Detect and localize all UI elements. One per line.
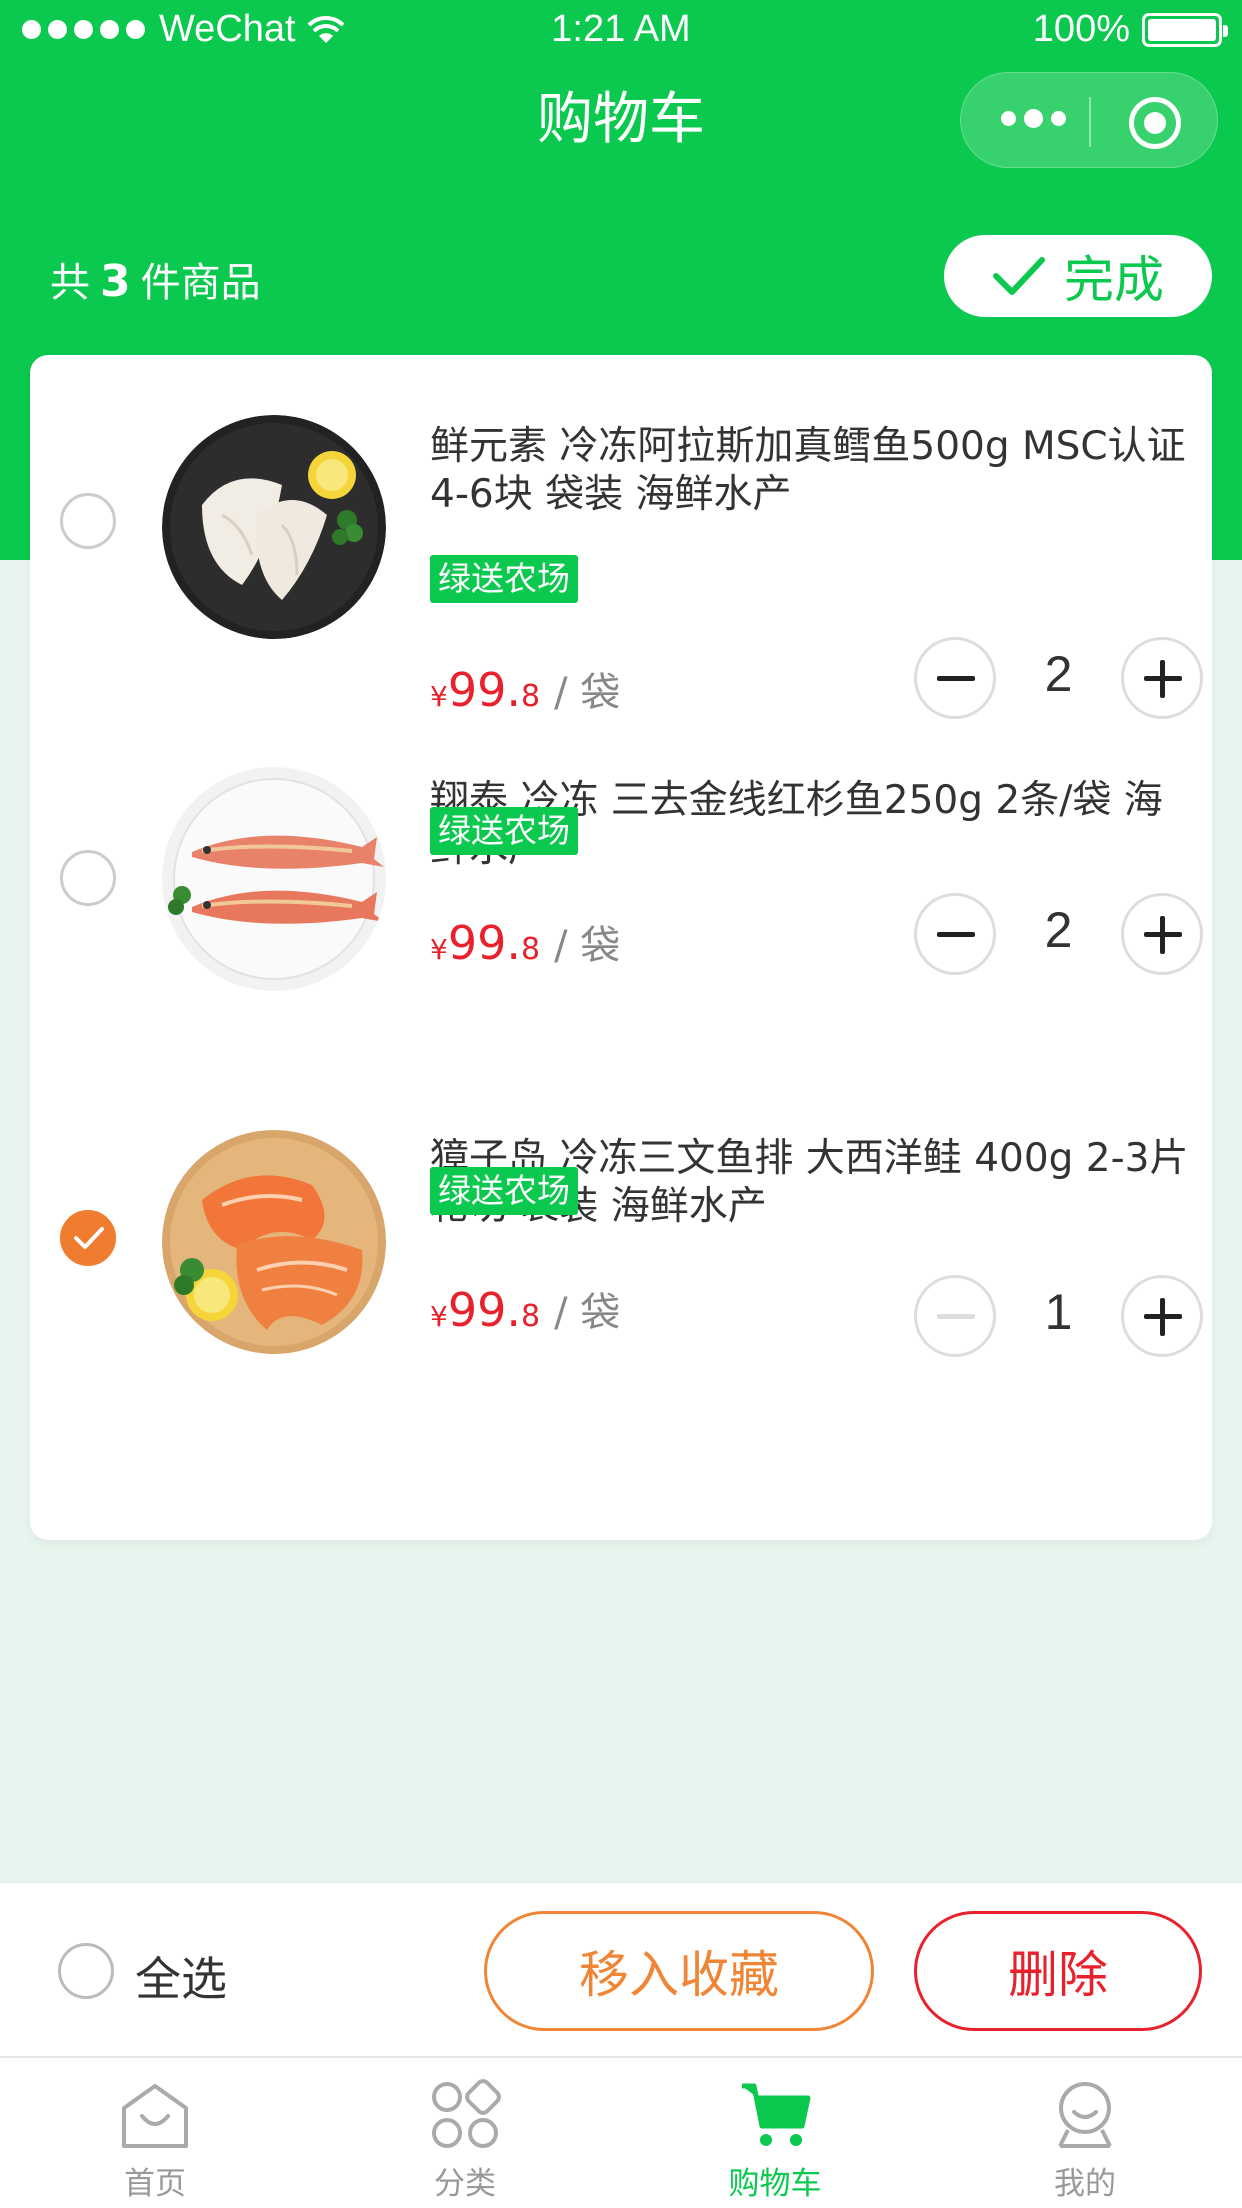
cart-action-bar: 全选 移入收藏 删除 bbox=[0, 1882, 1242, 2056]
item-count-number: 3 bbox=[100, 256, 131, 307]
done-button[interactable]: 完成 bbox=[944, 235, 1212, 317]
check-icon bbox=[993, 257, 1045, 295]
capsule-divider bbox=[1089, 97, 1091, 147]
select-all-label[interactable]: 全选 bbox=[135, 1943, 227, 2009]
quantity-stepper: 2 bbox=[914, 893, 1204, 975]
cart-list: 鲜元素 冷冻阿拉斯加真鳕鱼500g MSC认证 4-6块 袋装 海鲜水产 绿送农… bbox=[30, 355, 1212, 1540]
plus-icon-v bbox=[1160, 1298, 1165, 1336]
red-fish-plate-image[interactable] bbox=[162, 767, 386, 991]
quantity-value[interactable]: 2 bbox=[996, 645, 1121, 703]
price-integer: 99. bbox=[447, 663, 521, 717]
quantity-stepper: 1 bbox=[914, 1275, 1204, 1357]
plus-icon-v bbox=[1160, 916, 1165, 954]
price-unit: / 袋 bbox=[554, 1290, 621, 1336]
item-price: ¥99.8 / 袋 bbox=[430, 913, 620, 971]
item-select-checkbox[interactable] bbox=[60, 850, 116, 906]
done-label: 完成 bbox=[1064, 251, 1164, 309]
item-count: 共 3 件商品 bbox=[50, 250, 261, 308]
minus-icon bbox=[937, 932, 975, 937]
price-currency: ¥ bbox=[430, 933, 448, 966]
decrease-button[interactable] bbox=[914, 637, 996, 719]
minus-icon bbox=[937, 676, 975, 681]
cart-icon bbox=[742, 2083, 811, 2146]
item-tag: 绿送农场 bbox=[430, 807, 578, 855]
tab-label: 购物车 bbox=[728, 2166, 822, 2202]
profile-icon bbox=[1058, 2082, 1112, 2148]
home-icon bbox=[122, 2084, 188, 2148]
tab-cart[interactable]: 购物车 bbox=[620, 2058, 930, 2208]
miniprogram-capsule bbox=[960, 72, 1218, 168]
cart-item: 獐子岛 冷冻三文鱼排 大西洋鲑 400g 2-3片 轮切 袋装 海鲜水产 绿送农… bbox=[30, 1075, 1212, 1435]
tab-label: 我的 bbox=[1054, 2166, 1116, 2202]
quantity-value[interactable]: 1 bbox=[996, 1283, 1121, 1341]
select-all-checkbox[interactable] bbox=[58, 1943, 114, 1999]
tab-category[interactable]: 分类 bbox=[310, 2058, 620, 2208]
category-icon bbox=[432, 2079, 501, 2148]
item-price: ¥99.8 / 袋 bbox=[430, 1280, 620, 1338]
decrease-button[interactable] bbox=[914, 1275, 996, 1357]
item-count-prefix: 共 bbox=[50, 260, 90, 306]
minus-icon bbox=[937, 1314, 975, 1319]
battery-percent: 100% bbox=[1032, 8, 1130, 50]
move-to-favorites-button[interactable]: 移入收藏 bbox=[484, 1911, 874, 2031]
price-currency: ¥ bbox=[430, 1300, 448, 1333]
price-integer: 99. bbox=[447, 916, 521, 970]
increase-button[interactable] bbox=[1121, 637, 1203, 719]
item-tag: 绿送农场 bbox=[430, 555, 578, 603]
tab-bar: 首页 分类 购物车 我的 bbox=[0, 2056, 1242, 2208]
plus-icon-v bbox=[1160, 660, 1165, 698]
more-icon[interactable] bbox=[1001, 109, 1066, 128]
price-decimal: 8 bbox=[520, 1299, 541, 1334]
price-decimal: 8 bbox=[520, 932, 541, 967]
price-decimal: 8 bbox=[520, 679, 541, 714]
quantity-stepper: 2 bbox=[914, 637, 1204, 719]
price-unit: / 袋 bbox=[554, 670, 621, 716]
tab-label: 首页 bbox=[124, 2166, 186, 2202]
cart-item: 鲜元素 冷冻阿拉斯加真鳕鱼500g MSC认证 4-6块 袋装 海鲜水产 绿送农… bbox=[30, 355, 1212, 719]
close-miniprogram-icon[interactable] bbox=[1129, 97, 1181, 149]
item-price: ¥99.8 / 袋 bbox=[430, 660, 620, 718]
price-currency: ¥ bbox=[430, 680, 448, 713]
tab-label: 分类 bbox=[434, 2166, 496, 2202]
status-right: 100% bbox=[1032, 8, 1228, 51]
item-tag: 绿送农场 bbox=[430, 1167, 578, 1215]
battery-icon bbox=[1142, 12, 1228, 47]
quantity-value[interactable]: 2 bbox=[996, 901, 1121, 959]
item-select-checkbox[interactable] bbox=[60, 1210, 116, 1266]
item-name[interactable]: 鲜元素 冷冻阿拉斯加真鳕鱼500g MSC认证 4-6块 袋装 海鲜水产 bbox=[430, 423, 1190, 519]
decrease-button[interactable] bbox=[914, 893, 996, 975]
price-integer: 99. bbox=[447, 1283, 521, 1337]
checkmark-icon bbox=[74, 1227, 104, 1249]
delete-button[interactable]: 删除 bbox=[914, 1911, 1202, 2031]
salmon-board-image[interactable] bbox=[162, 1130, 386, 1354]
cart-item: 翔泰 冷冻 三去金线红杉鱼250g 2条/袋 海鲜水产 绿送农场 ¥99.8/ … bbox=[30, 715, 1212, 1075]
tab-home[interactable]: 首页 bbox=[0, 2058, 310, 2208]
status-bar: WeChat 1:21 AM 100% bbox=[0, 0, 1242, 62]
item-count-suffix: 件商品 bbox=[140, 260, 261, 306]
cod-fish-plate-image[interactable] bbox=[162, 415, 386, 639]
item-select-checkbox[interactable] bbox=[60, 493, 116, 549]
increase-button[interactable] bbox=[1121, 893, 1203, 975]
increase-button[interactable] bbox=[1121, 1275, 1203, 1357]
tab-profile[interactable]: 我的 bbox=[930, 2058, 1240, 2208]
price-unit: / 袋 bbox=[554, 923, 621, 969]
